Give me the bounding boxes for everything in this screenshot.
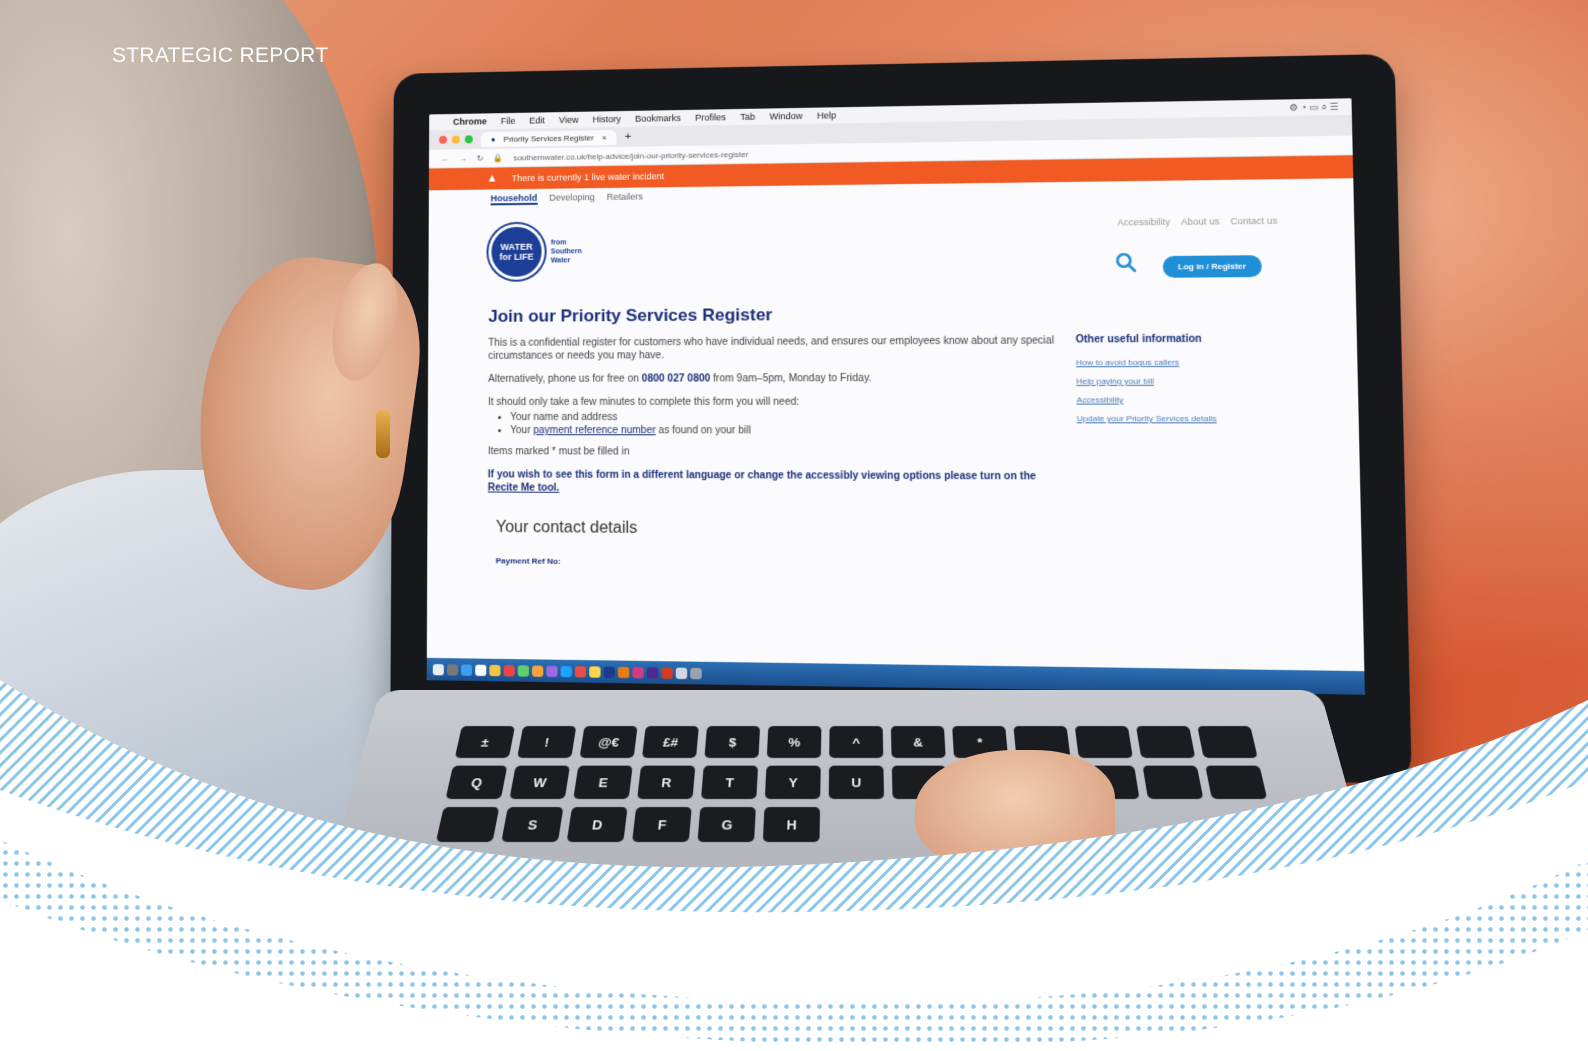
decorative-curves (0, 680, 1588, 1051)
section-label: STRATEGIC REPORT (112, 44, 329, 67)
